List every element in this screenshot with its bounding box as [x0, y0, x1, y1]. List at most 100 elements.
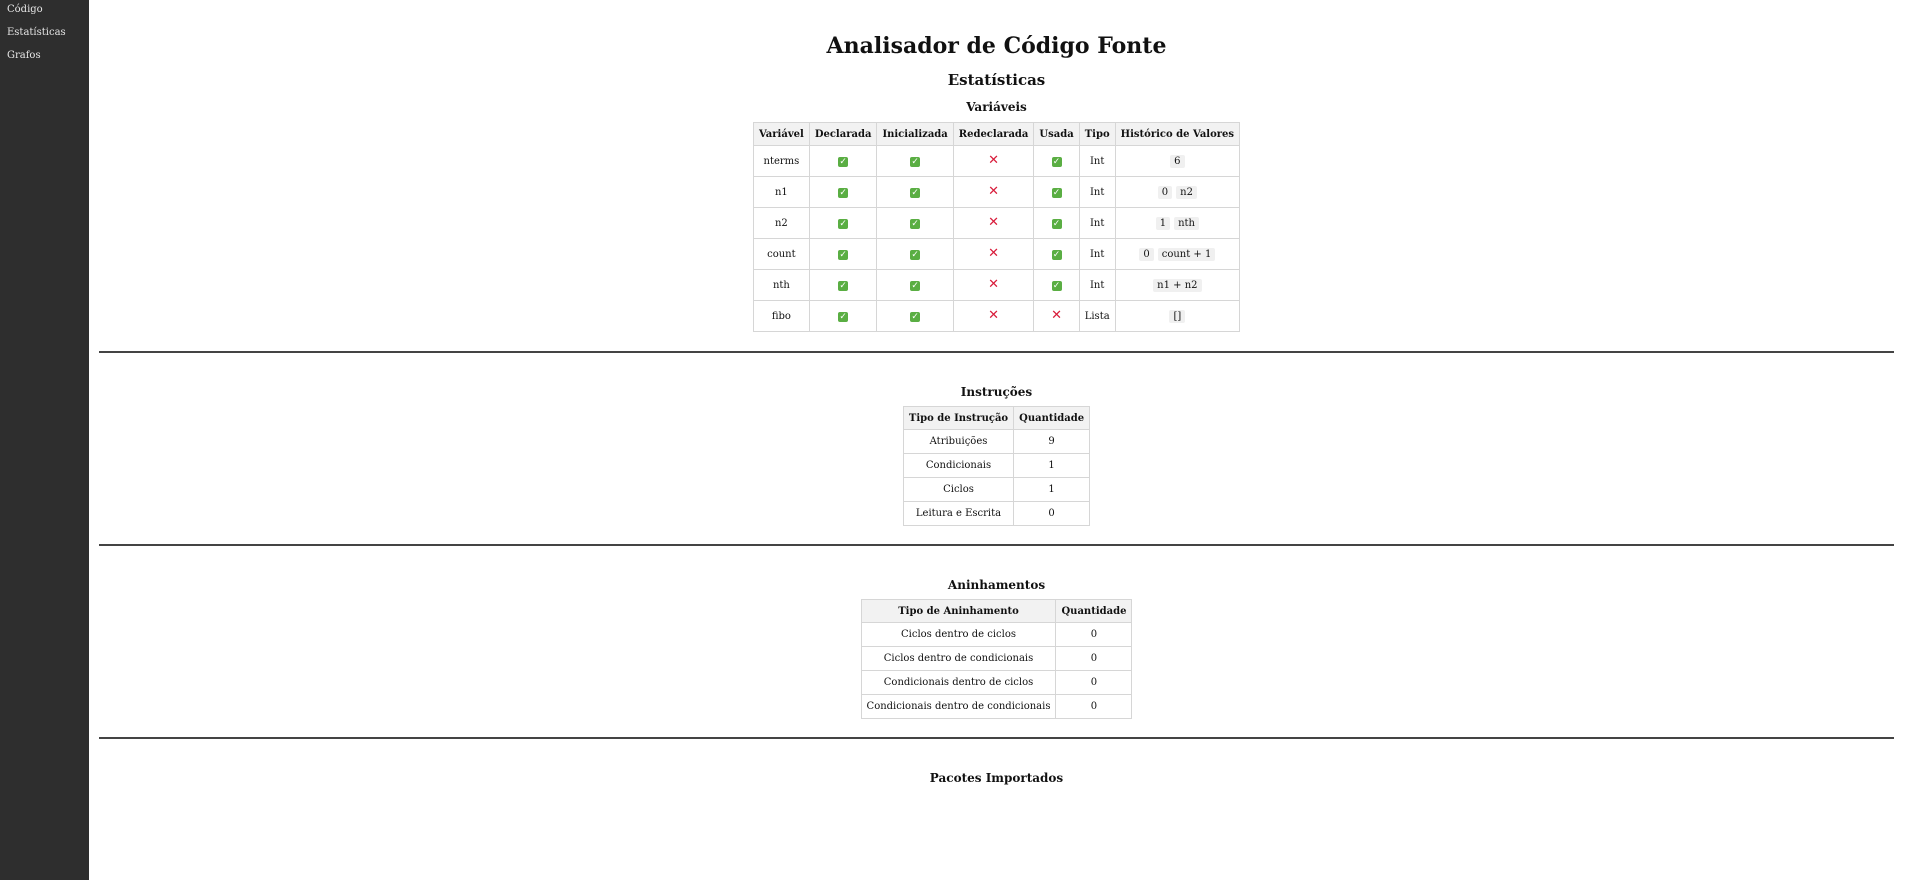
check-icon: ✓	[1051, 156, 1062, 167]
column-header: Variável	[752, 122, 810, 146]
flag-cell: ✓	[876, 145, 954, 177]
check-icon: ✓	[910, 187, 921, 198]
value-history: 0 count + 1	[1114, 238, 1241, 270]
table-row: Condicionais dentro de ciclos 0	[860, 670, 1133, 695]
variable-type: Int	[1078, 269, 1116, 301]
check-icon: ✓	[910, 249, 921, 260]
column-header: Tipo de Aninhamento	[860, 599, 1057, 623]
variable-type: Int	[1078, 238, 1116, 270]
table-row: Ciclos dentro de ciclos 0	[860, 622, 1133, 647]
cross-icon: ✕	[988, 153, 1000, 168]
variables-header-row: Variável Declarada Inicializada Redeclar…	[752, 122, 1241, 146]
flag-cell: ✓	[876, 269, 954, 301]
check-icon: ✓	[838, 156, 849, 167]
table-row: Condicionais 1	[902, 453, 1091, 478]
variables-table: Variável Declarada Inicializada Redeclar…	[752, 122, 1241, 332]
table-row: fibo ✓ ✓ ✕ ✕ Lista []	[752, 300, 1241, 332]
flag-cell: ✓	[808, 207, 878, 239]
flag-cell: ✓	[1033, 238, 1080, 270]
nesting-type: Condicionais dentro de ciclos	[860, 670, 1057, 695]
column-header: Histórico de Valores	[1114, 122, 1241, 146]
variable-type: Int	[1078, 176, 1116, 208]
flag-cell: ✓	[1033, 145, 1080, 177]
instruction-count: 0	[1013, 501, 1091, 526]
section-divider	[99, 544, 1894, 546]
nesting-header-row: Tipo de Aninhamento Quantidade	[860, 599, 1133, 623]
flag-cell: ✓	[876, 207, 954, 239]
check-icon: ✓	[910, 280, 921, 291]
nesting-count: 0	[1055, 694, 1133, 719]
check-icon: ✓	[910, 156, 921, 167]
value-history: 0 n2	[1114, 176, 1241, 208]
flag-cell: ✕	[1033, 300, 1080, 332]
variable-name: nth	[752, 269, 810, 301]
check-icon: ✓	[910, 311, 921, 322]
section-divider	[99, 351, 1894, 353]
nesting-type: Condicionais dentro de condicionais	[860, 694, 1057, 719]
flag-cell: ✓	[1033, 207, 1080, 239]
table-row: n1 ✓ ✓ ✕ ✓ Int 0 n2	[752, 176, 1241, 208]
history-chip: []	[1169, 309, 1186, 323]
nesting-section: Aninhamentos Tipo de Aninhamento Quantid…	[99, 577, 1894, 719]
variable-name: count	[752, 238, 810, 270]
sidebar-link-estatisticas[interactable]: Estatísticas	[0, 27, 89, 39]
cross-icon: ✕	[988, 246, 1000, 261]
instruction-type: Leitura e Escrita	[902, 501, 1015, 526]
flag-cell: ✕	[952, 207, 1035, 239]
check-icon: ✓	[910, 218, 921, 229]
variable-name: nterms	[752, 145, 810, 177]
history-chip: 6	[1170, 154, 1185, 168]
sidebar-link-grafos[interactable]: Grafos	[0, 50, 89, 62]
table-row: count ✓ ✓ ✕ ✓ Int 0 count + 1	[752, 238, 1241, 270]
check-icon: ✓	[838, 249, 849, 260]
sidebar-link-codigo[interactable]: Código	[0, 4, 89, 16]
column-header: Inicializada	[876, 122, 954, 146]
flag-cell: ✓	[1033, 269, 1080, 301]
flag-cell: ✓	[808, 238, 878, 270]
instruction-count: 1	[1013, 453, 1091, 478]
history-chip: 0	[1157, 185, 1173, 199]
flag-cell: ✕	[952, 145, 1035, 177]
nesting-heading: Aninhamentos	[947, 578, 1046, 592]
history-chip: count + 1	[1157, 247, 1216, 261]
instructions-table: Tipo de Instrução Quantidade Atribuições…	[902, 406, 1091, 526]
sidebar: Código Estatísticas Grafos	[0, 0, 89, 880]
nesting-count: 0	[1055, 646, 1133, 671]
main-content: Analisador de Código Fonte Estatísticas …	[99, 0, 1894, 786]
variable-name: n1	[752, 176, 810, 208]
column-header: Redeclarada	[952, 122, 1035, 146]
nesting-type: Ciclos dentro de condicionais	[860, 646, 1057, 671]
flag-cell: ✓	[808, 269, 878, 301]
cross-icon: ✕	[988, 184, 1000, 199]
column-header: Tipo	[1078, 122, 1116, 146]
nesting-count: 0	[1055, 670, 1133, 695]
instructions-heading: Instruções	[960, 385, 1033, 399]
table-row: Atribuições 9	[902, 429, 1091, 454]
variable-type: Lista	[1078, 300, 1116, 332]
nesting-count: 0	[1055, 622, 1133, 647]
value-history: 6	[1114, 145, 1241, 177]
table-row: n2 ✓ ✓ ✕ ✓ Int 1 nth	[752, 207, 1241, 239]
table-row: nth ✓ ✓ ✕ ✓ Int n1 + n2	[752, 269, 1241, 301]
check-icon: ✓	[838, 218, 849, 229]
check-icon: ✓	[1051, 218, 1062, 229]
check-icon: ✓	[838, 280, 849, 291]
packages-section: Pacotes Importados	[99, 770, 1894, 786]
packages-heading: Pacotes Importados	[929, 771, 1064, 785]
flag-cell: ✓	[876, 176, 954, 208]
variables-heading: Variáveis	[966, 100, 1027, 114]
value-history: n1 + n2	[1114, 269, 1241, 301]
flag-cell: ✓	[808, 300, 878, 332]
section-divider	[99, 737, 1894, 739]
flag-cell: ✓	[876, 238, 954, 270]
check-icon: ✓	[838, 311, 849, 322]
instruction-type: Atribuições	[902, 429, 1015, 454]
cross-icon: ✕	[988, 308, 1000, 323]
instructions-section: Instruções Tipo de Instrução Quantidade …	[99, 384, 1894, 526]
history-chip: 1	[1155, 216, 1171, 230]
nesting-type: Ciclos dentro de ciclos	[860, 622, 1057, 647]
page-subtitle: Estatísticas	[947, 71, 1046, 89]
history-chip: n2	[1176, 185, 1197, 199]
variables-section: Variáveis Variável Declarada Inicializad…	[99, 99, 1894, 332]
cross-icon: ✕	[988, 277, 1000, 292]
